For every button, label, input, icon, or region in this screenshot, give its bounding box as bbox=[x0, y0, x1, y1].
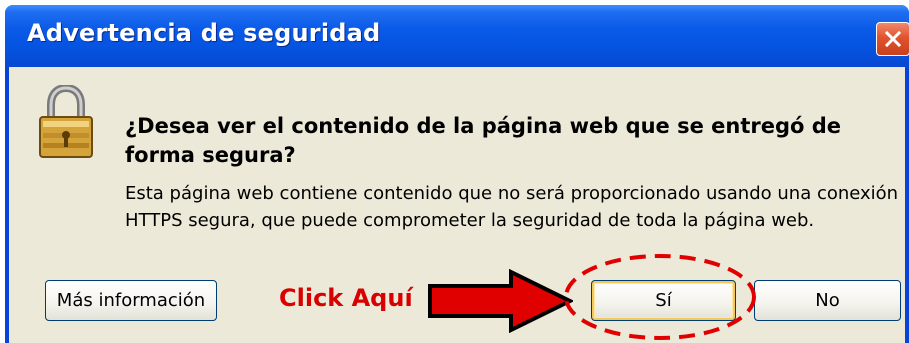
no-button[interactable]: No bbox=[754, 280, 901, 321]
dialog-message: Esta página web contiene contenido que n… bbox=[125, 183, 899, 231]
dialog-title: Advertencia de seguridad bbox=[27, 19, 381, 47]
security-warning-dialog: Advertencia de seguridad ¿Desea ver el c… bbox=[5, 5, 909, 343]
title-bar[interactable]: Advertencia de seguridad bbox=[5, 5, 909, 67]
highlight-ellipse bbox=[564, 254, 756, 340]
close-icon bbox=[884, 30, 902, 48]
click-here-annotation: Click Aquí bbox=[279, 284, 413, 312]
dialog-question: ¿Desea ver el contenido de la página web… bbox=[125, 114, 842, 167]
arrow-right-icon bbox=[428, 269, 573, 333]
dialog-body: ¿Desea ver el contenido de la página web… bbox=[9, 67, 905, 343]
close-button[interactable] bbox=[876, 22, 909, 56]
more-info-button[interactable]: Más información bbox=[45, 280, 217, 321]
lock-icon bbox=[39, 85, 93, 158]
